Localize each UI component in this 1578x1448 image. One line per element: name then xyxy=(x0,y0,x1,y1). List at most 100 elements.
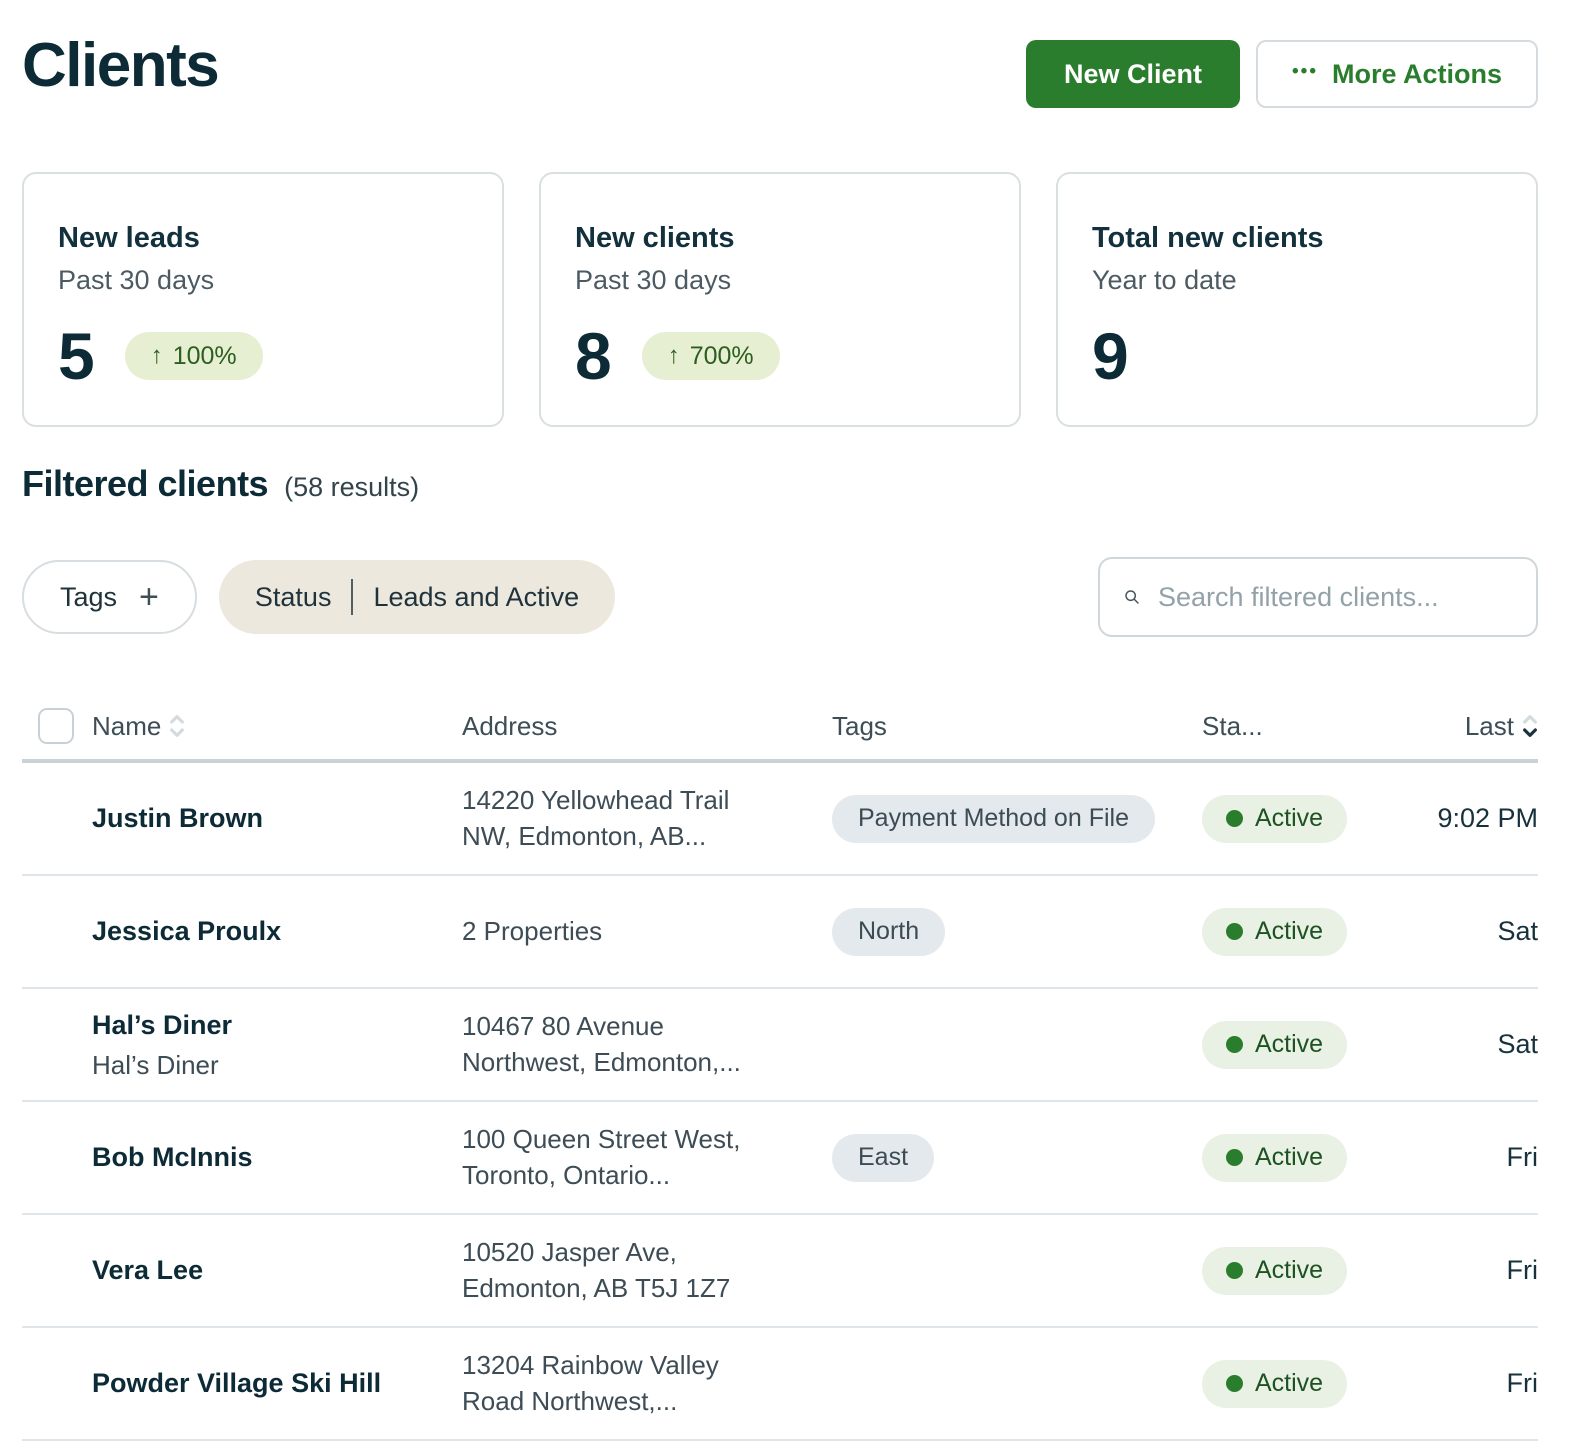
tag-badge: North xyxy=(832,908,945,956)
top-actions: New Client ••• More Actions xyxy=(1026,40,1538,108)
last-activity-cell: Fri xyxy=(1392,1142,1538,1173)
status-cell: Active xyxy=(1202,1360,1392,1408)
more-actions-label: More Actions xyxy=(1332,59,1502,90)
table-row[interactable]: Powder Village Ski Hill 13204 Rainbow Va… xyxy=(22,1328,1538,1441)
status-cell: Active xyxy=(1202,1134,1392,1182)
last-activity-cell: Sat xyxy=(1392,1029,1538,1060)
status-filter-chip[interactable]: Status Leads and Active xyxy=(219,560,615,634)
tags-filter-button[interactable]: Tags + xyxy=(22,560,197,634)
table-row[interactable]: Jessica Proulx 2 Properties North Active… xyxy=(22,876,1538,989)
status-dot-icon xyxy=(1226,1262,1243,1279)
tag-badge: Payment Method on File xyxy=(832,795,1155,843)
page-title: Clients xyxy=(22,30,218,101)
select-all-checkbox[interactable] xyxy=(38,708,74,744)
status-label: Active xyxy=(1255,1369,1323,1398)
stat-card-value: 9 xyxy=(1092,323,1129,389)
status-dot-icon xyxy=(1226,1149,1243,1166)
tags-filter-label: Tags xyxy=(60,582,117,613)
up-arrow-icon: ↑ xyxy=(668,342,680,370)
up-arrow-icon: ↑ xyxy=(151,342,163,370)
client-name[interactable]: Vera Lee xyxy=(92,1253,462,1288)
new-client-label: New Client xyxy=(1064,59,1202,90)
name-cell: Vera Lee xyxy=(22,1253,462,1288)
stat-card-title: New clients xyxy=(575,222,985,255)
status-dot-icon xyxy=(1226,810,1243,827)
column-header-last[interactable]: Last xyxy=(1392,711,1538,742)
client-table: Name Address Tags Sta... Last xyxy=(22,693,1538,1441)
address-cell: 10467 80 Avenue Northwest, Edmonton,... xyxy=(462,1009,832,1079)
search-box[interactable] xyxy=(1098,557,1538,637)
client-name[interactable]: Bob McInnis xyxy=(92,1140,462,1175)
search-icon xyxy=(1124,581,1140,613)
status-dot-icon xyxy=(1226,923,1243,940)
stat-delta-badge: ↑ 100% xyxy=(125,332,263,380)
table-row[interactable]: Justin Brown 14220 Yellowhead Trail NW, … xyxy=(22,763,1538,876)
table-row[interactable]: Hal’s Diner Hal’s Diner 10467 80 Avenue … xyxy=(22,989,1538,1102)
tags-cell: East xyxy=(832,1134,1202,1182)
client-name[interactable]: Hal’s Diner xyxy=(92,1008,462,1043)
status-filter-value: Leads and Active xyxy=(373,582,579,613)
name-cell: Powder Village Ski Hill xyxy=(22,1366,462,1401)
client-name[interactable]: Justin Brown xyxy=(92,801,462,836)
client-secondary-name: Hal’s Diner xyxy=(92,1050,462,1081)
status-dot-icon xyxy=(1226,1036,1243,1053)
filtered-clients-header: Filtered clients (58 results) xyxy=(22,463,1538,505)
table-header-row: Name Address Tags Sta... Last xyxy=(22,693,1538,759)
status-dot-icon xyxy=(1226,1375,1243,1392)
stat-delta-badge: ↑ 700% xyxy=(642,332,780,380)
topbar: Clients New Client ••• More Actions xyxy=(22,30,1538,108)
column-header-name[interactable]: Name xyxy=(92,711,462,742)
address-cell: 10520 Jasper Ave, Edmonton, AB T5J 1Z7 xyxy=(462,1235,832,1305)
stat-delta-value: 700% xyxy=(690,342,754,371)
status-label: Active xyxy=(1255,1143,1323,1172)
divider xyxy=(351,579,353,615)
new-client-button[interactable]: New Client xyxy=(1026,40,1240,108)
stat-card: New leads Past 30 days 5 ↑ 100% xyxy=(22,172,504,427)
last-activity-cell: 9:02 PM xyxy=(1392,803,1538,834)
client-table-body: Justin Brown 14220 Yellowhead Trail NW, … xyxy=(22,763,1538,1441)
status-badge: Active xyxy=(1202,1360,1347,1408)
stat-card-value: 8 xyxy=(575,323,612,389)
ellipsis-icon: ••• xyxy=(1292,61,1318,83)
name-cell: Bob McInnis xyxy=(22,1140,462,1175)
last-activity-cell: Fri xyxy=(1392,1255,1538,1286)
status-badge: Active xyxy=(1202,1247,1347,1295)
search-input[interactable] xyxy=(1158,582,1512,613)
filter-row: Tags + Status Leads and Active xyxy=(22,557,1538,637)
sort-icon-last-desc xyxy=(1522,712,1538,740)
address-cell: 13204 Rainbow Valley Road Northwest,... xyxy=(462,1348,832,1418)
stat-card: Total new clients Year to date 9 xyxy=(1056,172,1538,427)
column-header-tags[interactable]: Tags xyxy=(832,711,1202,742)
address-cell: 2 Properties xyxy=(462,914,832,949)
client-name[interactable]: Jessica Proulx xyxy=(92,914,462,949)
stat-card-subtitle: Past 30 days xyxy=(575,265,985,296)
more-actions-button[interactable]: ••• More Actions xyxy=(1256,40,1538,108)
last-activity-cell: Sat xyxy=(1392,916,1538,947)
status-cell: Active xyxy=(1202,908,1392,956)
filtered-clients-title: Filtered clients xyxy=(22,463,268,505)
stat-delta-value: 100% xyxy=(173,342,237,371)
status-filter-label: Status xyxy=(255,582,332,613)
filtered-results-count: (58 results) xyxy=(284,472,419,503)
status-badge: Active xyxy=(1202,795,1347,843)
stat-cards: New leads Past 30 days 5 ↑ 100% New clie… xyxy=(22,172,1538,427)
tags-cell: North xyxy=(832,908,1202,956)
client-name[interactable]: Powder Village Ski Hill xyxy=(92,1366,462,1401)
stat-card: New clients Past 30 days 8 ↑ 700% xyxy=(539,172,1021,427)
status-badge: Active xyxy=(1202,1021,1347,1069)
column-header-address[interactable]: Address xyxy=(462,711,832,742)
status-cell: Active xyxy=(1202,1247,1392,1295)
tags-cell: Payment Method on File xyxy=(832,795,1202,843)
status-label: Active xyxy=(1255,917,1323,946)
stat-card-value: 5 xyxy=(58,323,95,389)
clients-page: Clients New Client ••• More Actions New … xyxy=(0,0,1578,1448)
tag-badge: East xyxy=(832,1134,934,1182)
table-row[interactable]: Bob McInnis 100 Queen Street West, Toron… xyxy=(22,1102,1538,1215)
sort-icon-name xyxy=(169,712,185,740)
plus-icon: + xyxy=(139,580,159,614)
last-activity-cell: Fri xyxy=(1392,1368,1538,1399)
table-row[interactable]: Vera Lee 10520 Jasper Ave, Edmonton, AB … xyxy=(22,1215,1538,1328)
column-header-status[interactable]: Sta... xyxy=(1202,711,1392,742)
address-cell: 100 Queen Street West, Toronto, Ontario.… xyxy=(462,1122,832,1192)
address-cell: 14220 Yellowhead Trail NW, Edmonton, AB.… xyxy=(462,783,832,853)
